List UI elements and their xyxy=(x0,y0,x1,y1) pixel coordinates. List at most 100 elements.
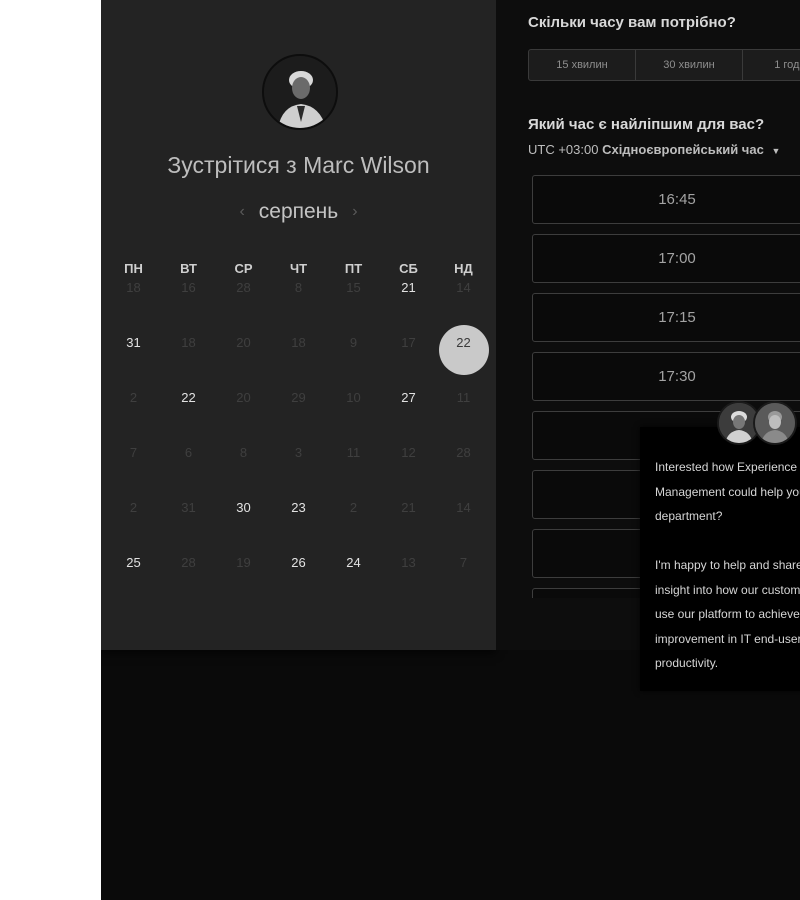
chat-line: I'm happy to help and share xyxy=(655,558,800,572)
calendar-day-available[interactable]: 21 xyxy=(381,280,436,335)
calendar-day-number: 10 xyxy=(346,390,361,405)
calendar-day-unavailable: 20 xyxy=(216,335,271,390)
weekday-label: ЧТ xyxy=(289,261,308,276)
calendar-day-unavailable: 7 xyxy=(436,555,491,610)
time-slot[interactable]: 17:00 xyxy=(532,234,800,283)
calendar-day-unavailable: 8 xyxy=(216,445,271,500)
calendar-day-number: 31 xyxy=(181,500,196,515)
calendar-week-row: 7 6 8 3 11 12 28 xyxy=(106,445,491,500)
calendar-day-available[interactable]: 25 xyxy=(106,555,161,610)
duration-option-15[interactable]: 15 хвилин xyxy=(529,50,636,80)
calendar-week-row: 2 22 20 29 10 27 11 xyxy=(106,390,491,445)
calendar-day-unavailable: 2 xyxy=(106,500,161,555)
calendar-day-number: 14 xyxy=(456,280,471,295)
calendar-day-available[interactable]: 30 xyxy=(216,500,271,555)
calendar-day-number: 18 xyxy=(181,335,196,350)
calendar-day-number: 13 xyxy=(401,555,416,570)
calendar-day-unavailable: 28 xyxy=(216,280,271,335)
agent-avatar xyxy=(753,401,797,445)
calendar-day-unavailable: 6 xyxy=(161,445,216,500)
calendar-day-number: 24 xyxy=(346,555,361,570)
calendar-day-unavailable: 12 xyxy=(381,445,436,500)
chat-message: Interested how Experience Management cou… xyxy=(655,455,800,676)
chevron-left-icon[interactable]: ‹ xyxy=(239,203,244,221)
calendar-day-unavailable: 11 xyxy=(436,390,491,445)
calendar-day-unavailable: 16 xyxy=(161,280,216,335)
calendar-day-number: 8 xyxy=(239,445,248,460)
calendar-day-unavailable: 11 xyxy=(326,445,381,500)
calendar-day-unavailable: 14 xyxy=(436,500,491,555)
calendar-day-unavailable: 7 xyxy=(106,445,161,500)
duration-option-60[interactable]: 1 година xyxy=(743,50,800,80)
calendar-day-number: 9 xyxy=(349,335,358,350)
calendar-day-number: 6 xyxy=(184,445,193,460)
calendar-day-available[interactable]: 26 xyxy=(271,555,326,610)
meeting-title-prefix: Зустрітися з xyxy=(167,152,297,178)
organizer-name: Marc Wilson xyxy=(303,152,430,178)
chat-line: productivity. xyxy=(655,656,719,670)
calendar-day-number: 17 xyxy=(401,335,416,350)
chat-line: Interested how Experience xyxy=(655,460,798,474)
calendar-day-unavailable: 18 xyxy=(271,335,326,390)
calendar-day-number: 11 xyxy=(346,445,361,460)
time-slot[interactable]: 16:45 xyxy=(532,175,800,224)
chat-line: improvement in IT end-user xyxy=(655,631,800,646)
weekday-label: НД xyxy=(454,261,473,276)
duration-option-30[interactable]: 30 хвилин xyxy=(636,50,743,80)
calendar-day-available[interactable]: 24 xyxy=(326,555,381,610)
calendar-day-number: 2 xyxy=(129,500,138,515)
calendar-day-number: 31 xyxy=(126,335,141,350)
calendar-day-number: 19 xyxy=(236,555,251,570)
calendar-day-number: 8 xyxy=(294,280,303,295)
calendar-day-number: 28 xyxy=(456,445,471,460)
calendar-day-number: 22 xyxy=(456,335,471,350)
scheduler-page: Зустрітися з Marc Wilson ‹ серпень › ПН … xyxy=(101,0,800,900)
timezone-selector[interactable]: UTC +03:00 Східноєвропейський час ▼ xyxy=(528,142,780,157)
weekday-label: СБ xyxy=(399,261,418,276)
calendar-day-unavailable: 15 xyxy=(326,280,381,335)
chat-line xyxy=(655,529,800,554)
current-month: серпень xyxy=(258,200,339,223)
calendar-day-number: 20 xyxy=(236,335,251,350)
calendar-day-unavailable: 18 xyxy=(161,335,216,390)
calendar-day-number: 21 xyxy=(401,280,416,295)
calendar-week-row: 2 31 30 23 2 21 14 xyxy=(106,500,491,555)
calendar-week-row: 25 28 19 26 24 13 7 xyxy=(106,555,491,610)
chevron-right-icon[interactable]: › xyxy=(352,203,357,221)
calendar-day-available[interactable]: 27 xyxy=(381,390,436,445)
chat-agent-avatars[interactable] xyxy=(717,401,797,445)
duration-question: Скільки часу вам потрібно? xyxy=(528,14,736,31)
calendar-day-available[interactable]: 31 xyxy=(106,335,161,390)
chat-line: insight into how our customers xyxy=(655,582,800,597)
calendar-days: 18 16 28 8 15 21 14 31 18 20 18 9 17 22 2 22 20 29 10 27 11 7… xyxy=(106,280,491,610)
calendar-day-number: 7 xyxy=(129,445,138,460)
calendar-day-unavailable: 28 xyxy=(161,555,216,610)
calendar-day-number: 25 xyxy=(126,555,141,570)
calendar-day-number: 28 xyxy=(181,555,196,570)
time-slot[interactable]: 17:30 xyxy=(532,352,800,401)
calendar-day-unavailable: 2 xyxy=(106,390,161,445)
calendar-day-number: 2 xyxy=(129,390,138,405)
person-photo-icon xyxy=(755,403,795,443)
calendar-day-unavailable: 18 xyxy=(106,280,161,335)
calendar-day-number: 26 xyxy=(291,555,306,570)
time-slot[interactable]: 17:15 xyxy=(532,293,800,342)
calendar-day-number: 30 xyxy=(236,500,251,515)
chat-popup[interactable]: Interested how Experience Management cou… xyxy=(640,427,800,691)
calendar-day-number: 22 xyxy=(181,390,196,405)
calendar-day-number: 11 xyxy=(456,390,471,405)
calendar-day-number: 18 xyxy=(291,335,306,350)
calendar-day-number: 21 xyxy=(401,500,416,515)
calendar-day-selected[interactable]: 22 xyxy=(436,325,491,390)
calendar-day-available[interactable]: 23 xyxy=(271,500,326,555)
calendar-day-unavailable: 13 xyxy=(381,555,436,610)
weekday-label: СР xyxy=(234,261,253,276)
calendar-day-number: 7 xyxy=(459,555,468,570)
weekday-label: ВТ xyxy=(180,261,197,276)
calendar-day-number: 28 xyxy=(236,280,251,295)
calendar-day-unavailable: 17 xyxy=(381,335,436,390)
calendar-day-number: 2 xyxy=(349,500,358,515)
calendar-day-available[interactable]: 22 xyxy=(161,390,216,445)
calendar-week-row: 31 18 20 18 9 17 22 xyxy=(106,325,491,390)
calendar-day-number: 18 xyxy=(126,280,141,295)
